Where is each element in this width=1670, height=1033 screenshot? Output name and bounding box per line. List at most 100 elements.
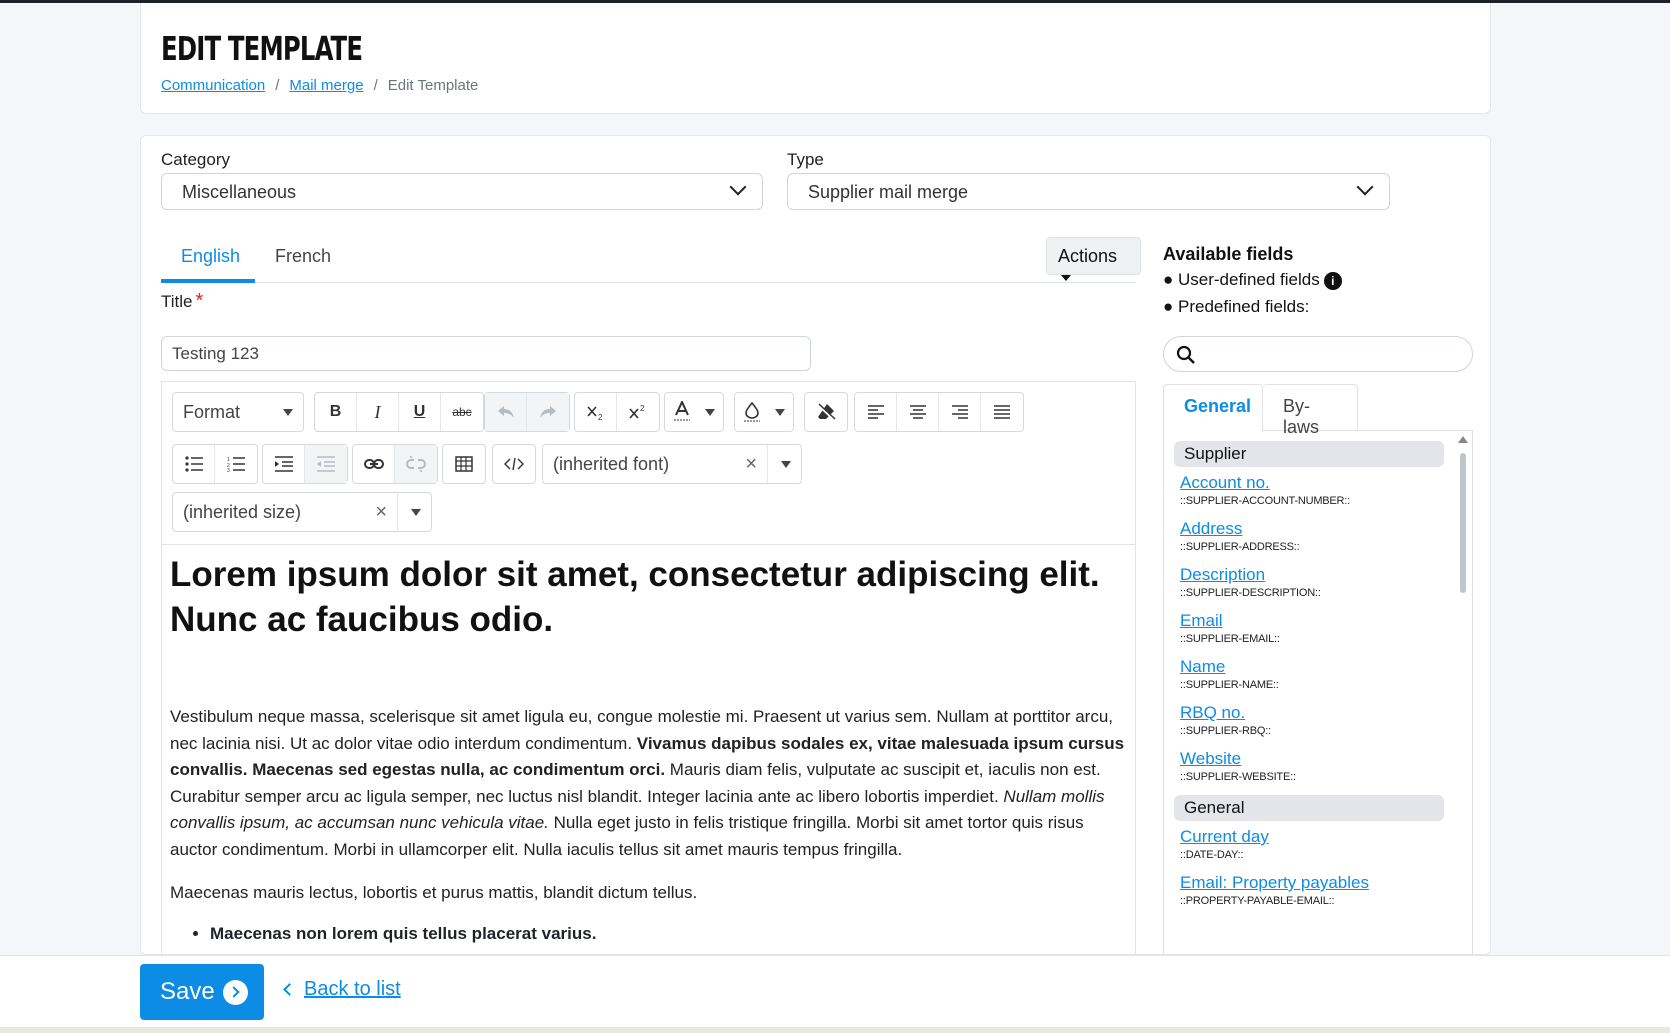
field-code: ::PROPERTY-PAYABLE-EMAIL:: [1180,895,1335,907]
scroll-thumb[interactable] [1460,453,1466,593]
breadcrumb-mail-merge[interactable]: Mail merge [289,77,363,94]
field-code: ::DATE-DAY:: [1180,849,1244,861]
indent-button[interactable] [263,445,305,483]
indent-icon [274,456,293,472]
type-value: Supplier mail merge [808,182,969,202]
svg-text:3: 3 [227,468,230,472]
actions-dropdown-button[interactable]: Actions [1046,237,1141,282]
field-link[interactable]: Email: Property payables [1180,873,1444,893]
align-left-icon [867,405,884,419]
background-color-dropdown[interactable] [734,392,794,432]
page-title: EDIT TEMPLATE [161,29,363,68]
field-link[interactable]: Description [1180,565,1444,585]
field-link[interactable]: Website [1180,749,1444,769]
field-code: ::SUPPLIER-WEBSITE:: [1180,771,1296,783]
editor-content[interactable]: Lorem ipsum dolor sit amet, consectetur … [170,552,1130,944]
table-icon [455,456,473,472]
list-item: Maecenas non lorem quis tellus placerat … [210,924,1130,944]
tab-french[interactable]: French [255,236,351,283]
list-item: RBQ no.::SUPPLIER-RBQ:: [1174,703,1444,737]
align-center-button[interactable] [897,393,939,431]
insert-table-button[interactable] [443,445,485,483]
redo-button[interactable] [527,393,569,431]
category-select[interactable]: Miscellaneous [161,173,763,210]
breadcrumb-current: Edit Template [387,77,479,94]
remove-format-button[interactable] [805,393,847,431]
field-link[interactable]: Account no. [1180,473,1444,493]
tab-general[interactable]: General [1163,384,1263,432]
clear-size-icon[interactable]: × [375,501,387,524]
back-to-list-link[interactable]: Back to list [283,978,401,1001]
field-link[interactable]: Name [1180,657,1444,677]
chevron-right-circle-icon [222,979,248,1005]
insert-link-button[interactable] [353,445,395,483]
font-size-select[interactable]: (inherited size) × [172,492,432,532]
user-defined-fields-line: ● User-defined fields i [1163,270,1342,290]
predefined-fields-label: ● Predefined fields: [1163,297,1310,316]
field-code: ::SUPPLIER-DESCRIPTION:: [1180,587,1321,599]
fields-list: Supplier Account no.::SUPPLIER-ACCOUNT-N… [1163,431,1473,956]
breadcrumb-separator: / [275,77,280,94]
rich-text-editor: Format B I U abc 2 2 1 2 3 (inherited fo… [161,381,1136,956]
bullet-list-icon [184,456,203,472]
field-link[interactable]: RBQ no. [1180,703,1444,723]
field-code: ::SUPPLIER-EMAIL:: [1180,633,1280,645]
user-defined-fields-label: ● User-defined fields [1163,270,1320,289]
type-select[interactable]: Supplier mail merge [787,173,1390,210]
align-justify-button[interactable] [981,393,1023,431]
caret-down-icon [1061,275,1071,282]
caret-down-icon [283,408,293,416]
script-group: 2 2 [574,392,660,432]
list-item: Account no.::SUPPLIER-ACCOUNT-NUMBER:: [1174,473,1444,507]
tab-by-laws[interactable]: By-laws [1263,384,1358,437]
subscript-button[interactable]: 2 [575,393,617,431]
field-link[interactable]: Email [1180,611,1444,631]
title-label-text: Title [161,292,193,311]
clear-font-icon[interactable]: × [745,453,757,476]
chevron-down-icon [729,178,747,196]
strikethrough-button[interactable]: abc [441,393,483,431]
align-right-button[interactable] [939,393,981,431]
available-fields-title: Available fields [1163,244,1294,264]
fields-search-input[interactable] [1163,336,1473,372]
save-button[interactable]: Save [140,964,264,1020]
scroll-up-arrow-icon[interactable] [1458,436,1468,443]
tab-english[interactable]: English [161,236,255,283]
caret-down-icon [705,408,715,416]
bullet-list-button[interactable] [173,445,215,483]
undo-button[interactable] [485,393,527,431]
italic-button[interactable]: I [357,393,399,431]
format-dropdown[interactable]: Format [172,392,304,432]
fields-scrollbar[interactable] [1457,431,1469,955]
superscript-button[interactable]: 2 [617,393,659,431]
source-code-button[interactable] [493,445,535,483]
fill-drop-icon [744,401,760,422]
breadcrumb-communication[interactable]: Communication [161,77,265,94]
field-link[interactable]: Address [1180,519,1444,539]
info-icon[interactable]: i [1323,271,1342,290]
text-color-dropdown[interactable] [664,392,724,432]
numbered-list-icon: 123 [227,457,245,472]
title-input[interactable]: Testing 123 [161,336,811,371]
align-left-button[interactable] [855,393,897,431]
list-item: Address::SUPPLIER-ADDRESS:: [1174,519,1444,553]
title-label: Title * [161,290,203,313]
list-item: Name::SUPPLIER-NAME:: [1174,657,1444,691]
list-item: Email::SUPPLIER-EMAIL:: [1174,611,1444,645]
underline-button[interactable]: U [399,393,441,431]
outdent-button[interactable] [305,445,347,483]
type-label: Type [787,150,824,169]
field-link[interactable]: Current day [1180,827,1444,847]
caret-down-icon [775,408,785,416]
unlink-button[interactable] [395,445,437,483]
source-group [492,444,536,484]
editor-toolbar: Format B I U abc 2 2 1 2 3 (inherited fo… [162,382,1135,545]
bold-button[interactable]: B [315,393,357,431]
format-label: Format [183,401,241,422]
link-group [352,444,438,484]
font-family-select[interactable]: (inherited font) × [542,444,802,484]
numbered-list-button[interactable]: 123 [215,445,257,483]
back-to-list-label: Back to list [304,978,401,1000]
subscript-icon: 2 [586,406,603,421]
category-value: Miscellaneous [182,182,297,202]
